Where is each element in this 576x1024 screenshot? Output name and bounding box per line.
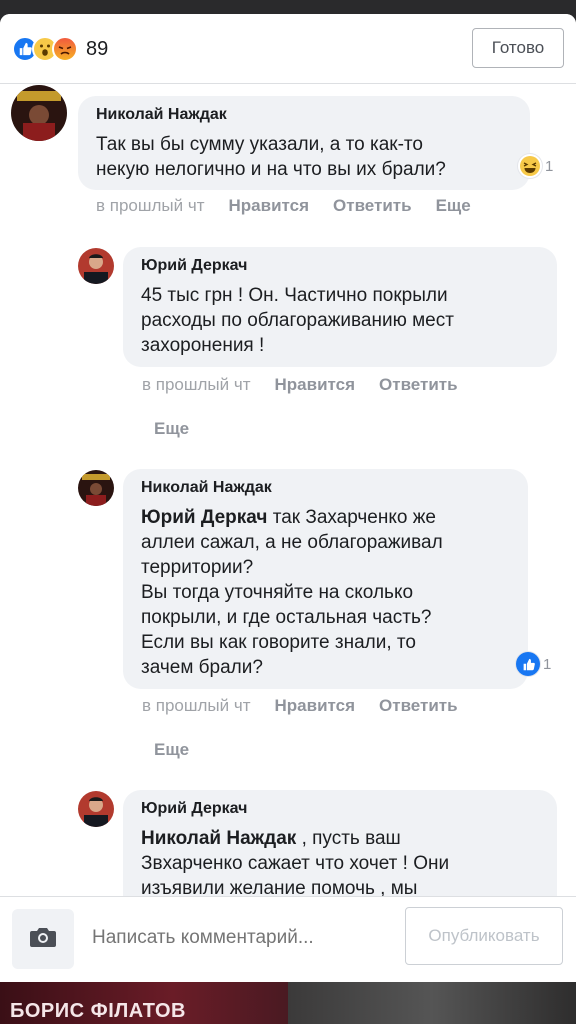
comment-text: Николай Наждак , пусть ваш Звхарченко са… xyxy=(141,828,450,896)
like-icon xyxy=(516,652,540,676)
comment-actions: в прошлый чт Нравится Ответить xyxy=(142,696,458,716)
comment-bubble: Юрий Деркач Николай Наждак , пусть ваш З… xyxy=(123,790,557,896)
reaction-count: 1 xyxy=(545,157,554,175)
comment-time[interactable]: в прошлый чт xyxy=(142,696,251,716)
avatar[interactable] xyxy=(11,85,67,141)
comment-author[interactable]: Николай Наждак xyxy=(141,479,510,497)
done-button[interactable]: Готово xyxy=(472,28,564,68)
more-link[interactable]: Еще xyxy=(154,419,189,439)
comment-bubble: Николай Наждак Юрий Деркач так Захарченк… xyxy=(123,469,528,689)
background-image xyxy=(288,982,576,1024)
laugh-icon xyxy=(518,154,542,178)
comments-sheet: 89 Готово Николай Наждак Так вы бы сумму… xyxy=(0,14,576,982)
like-link[interactable]: Нравится xyxy=(229,196,310,216)
banner-text: БОРИС ФІЛАТОВ xyxy=(10,1000,186,1022)
comment-author[interactable]: Юрий Деркач xyxy=(141,257,539,275)
reaction-count: 89 xyxy=(86,37,109,60)
comment-bubble: Николай Наждак Так вы бы сумму указали, … xyxy=(78,96,530,190)
comment-actions: в прошлый чт Нравится Ответить xyxy=(142,375,458,395)
angry-icon xyxy=(52,36,78,62)
comment-bubble: Юрий Деркач 45 тыс грн ! Он. Частично по… xyxy=(123,247,557,367)
reactions-header: 89 Готово xyxy=(0,14,576,84)
comment-list: Николай Наждак Так вы бы сумму указали, … xyxy=(0,84,576,896)
comment-reactions[interactable]: 1 xyxy=(518,154,553,178)
comment-text: Так вы бы сумму указали, а то как-то нек… xyxy=(96,134,446,180)
comment-text: Юрий Деркач так Захарченко же аллеи сажа… xyxy=(141,507,443,678)
mention-link[interactable]: Николай Наждак xyxy=(141,828,296,849)
comment-author[interactable]: Николай Наждак xyxy=(96,106,512,124)
publish-button[interactable]: Опубликовать xyxy=(405,907,563,965)
more-link[interactable]: Еще xyxy=(154,740,189,760)
comment-text: 45 тыс грн ! Он. Частично покрыли расход… xyxy=(141,285,454,356)
reactions-summary[interactable]: 89 xyxy=(12,35,108,63)
comment-time[interactable]: в прошлый чт xyxy=(142,375,251,395)
like-link[interactable]: Нравится xyxy=(275,696,356,716)
reaction-count: 1 xyxy=(543,655,552,673)
avatar[interactable] xyxy=(78,470,114,506)
reply-link[interactable]: Ответить xyxy=(379,696,458,716)
background-feed: БОРИС ФІЛАТОВ xyxy=(0,982,576,1024)
background-image: БОРИС ФІЛАТОВ xyxy=(0,982,288,1024)
mention-link[interactable]: Юрий Деркач xyxy=(141,507,267,528)
like-link[interactable]: Нравится xyxy=(275,375,356,395)
comment-input[interactable] xyxy=(92,927,382,949)
reply-link[interactable]: Ответить xyxy=(379,375,458,395)
comment-composer: Опубликовать xyxy=(0,896,576,982)
comment-actions: в прошлый чт Нравится Ответить Еще xyxy=(96,196,471,216)
more-link[interactable]: Еще xyxy=(436,196,471,216)
comment-time[interactable]: в прошлый чт xyxy=(96,196,205,216)
reply-link[interactable]: Ответить xyxy=(333,196,412,216)
comment-reactions[interactable]: 1 xyxy=(516,652,551,676)
comment-author[interactable]: Юрий Деркач xyxy=(141,800,539,818)
camera-icon xyxy=(29,926,57,953)
camera-button[interactable] xyxy=(12,909,74,969)
avatar[interactable] xyxy=(78,248,114,284)
avatar[interactable] xyxy=(78,791,114,827)
